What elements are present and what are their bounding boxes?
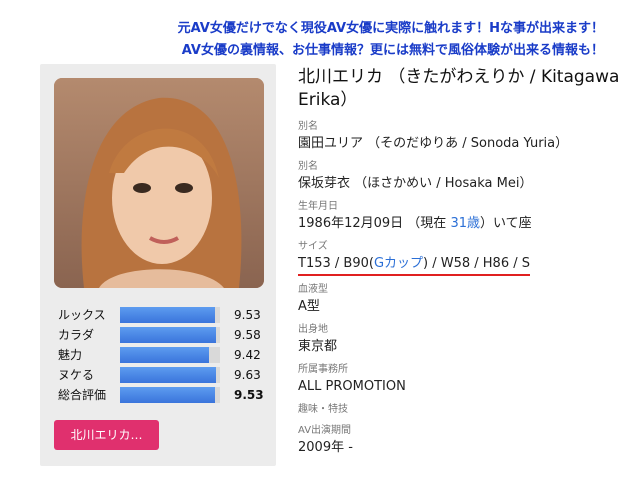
rating-value: 9.53 [234,308,261,322]
size-field: サイズ T153 / B90(Gカップ) / W58 / H86 / S [298,240,628,276]
rating-bar [120,347,220,363]
age-link[interactable]: 31歳 [450,216,480,231]
profile-info: 北川エリカ （きたがわえりか / Kitagawa Erika） 別名 園田ユリ… [298,66,628,464]
rating-bar [120,387,220,403]
birth-field: 生年月日 1986年12月09日 （現在 31歳）いて座 [298,200,628,233]
field-value: 1986年12月09日 （現在 31歳）いて座 [298,214,628,233]
alias-field-1: 別名 園田ユリア （そのだゆりあ / Sonoda Yuria） [298,120,628,153]
blood-field: 血液型 A型 [298,283,628,316]
page-title: 北川エリカ （きたがわえりか / Kitagawa Erika） [298,67,620,110]
hobby-field: 趣味・特技 [298,403,628,417]
profile-card: ルックス 9.53 カラダ 9.58 魅力 9.42 ヌケる 9.63 総合評価… [40,64,276,466]
alias-field-2: 別名 保坂芽衣 （ほさかめい / Hosaka Mei） [298,160,628,193]
size-prefix: T153 / B90( [298,256,374,271]
zodiac: ）いて座 [479,216,532,231]
rating-bar [120,327,220,343]
rating-label: 魅力 [58,348,83,362]
rating-row-charm: 魅力 9.42 [54,346,270,364]
cup-link[interactable]: Gカップ [374,256,423,271]
rating-bar-fill [120,387,216,403]
banner-line-2: AV女優の裏情報、お仕事情報？更には無料で風俗体験が出来る情報も！ [181,43,604,58]
field-value: 2009年 - [298,440,353,455]
agency-field: 所属事務所 ALL PROMOTION [298,363,628,396]
origin-link[interactable]: 東京都 [298,337,628,356]
rating-value: 9.53 [234,388,264,402]
period-field: AV出演期間 2009年 - [298,424,628,457]
rating-value: 9.42 [234,348,261,362]
size-suffix: ) / W58 / H86 / S [423,256,530,271]
rating-bar-fill [120,307,216,323]
field-label: 血液型 [298,284,328,295]
profile-photo [54,78,264,288]
rating-label: カラダ [58,328,95,342]
rating-label: ルックス [58,308,106,322]
field-label: 生年月日 [298,201,338,212]
agency-link[interactable]: ALL PROMOTION [298,377,628,396]
rating-bar [120,307,220,323]
rating-label: ヌケる [58,368,95,382]
actress-name-button[interactable]: 北川エリカ… [54,420,159,450]
field-label: サイズ [298,241,328,252]
rating-value: 9.63 [234,368,261,382]
field-label: AV出演期間 [298,425,352,436]
field-label: 別名 [298,121,318,132]
field-value: 保坂芽衣 （ほさかめい / Hosaka Mei） [298,176,533,191]
field-label: 別名 [298,161,318,172]
rating-value: 9.58 [234,328,261,342]
banner-line-1: 元AV女優だけでなく現役AV女優に実際に触れます！Hな事が出来ます！ [177,21,604,36]
field-label: 趣味・特技 [298,404,348,415]
promo-banner: 元AV女優だけでなく現役AV女優に実際に触れます！Hな事が出来ます！ AV女優の… [0,18,604,62]
rating-row-body: カラダ 9.58 [54,326,270,344]
field-value: T153 / B90(Gカップ) / W58 / H86 / S [298,254,628,276]
rating-bar [120,367,220,383]
rating-bar-fill [120,347,209,363]
field-label: 所属事務所 [298,364,348,375]
birth-date: 1986年12月09日 （現在 [298,216,451,231]
field-value: 園田ユリア （そのだゆりあ / Sonoda Yuria） [298,136,569,151]
field-label: 出身地 [298,324,328,335]
rating-bar-fill [120,327,216,343]
rating-label: 総合評価 [58,388,107,402]
size-measurements: T153 / B90(Gカップ) / W58 / H86 / S [298,254,530,276]
rating-row-looks: ルックス 9.53 [54,306,270,324]
origin-field: 出身地 東京都 [298,323,628,356]
rating-bar-fill [120,367,217,383]
rating-row-appeal: ヌケる 9.63 [54,366,270,384]
rating-row-overall: 総合評価 9.53 [54,386,270,404]
blood-type-link[interactable]: A型 [298,297,628,316]
